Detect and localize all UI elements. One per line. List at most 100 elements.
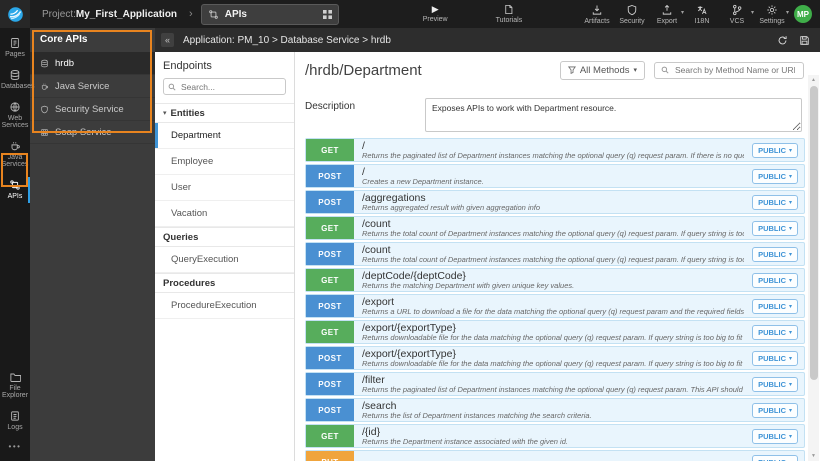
endpoints-search	[163, 78, 286, 95]
access-dropdown[interactable]: PUBLIC ▾	[752, 428, 798, 444]
rail-item[interactable]: APIs	[0, 174, 30, 206]
avatar[interactable]: MP	[794, 5, 812, 23]
api-row[interactable]: POST /filter Returns the paginated list …	[305, 372, 805, 396]
access-dropdown[interactable]: PUBLIC ▾	[752, 324, 798, 340]
document-icon	[503, 4, 514, 15]
play-icon: ▶	[431, 4, 439, 14]
endpoint-item[interactable]: Vacation	[155, 201, 294, 227]
api-description: Returns the total count of Department in…	[362, 255, 745, 264]
method-badge: PUT	[306, 451, 354, 461]
endpoints-search-input[interactable]	[179, 80, 281, 93]
api-row[interactable]: GET /count Returns the total count of De…	[305, 216, 805, 240]
access-dropdown[interactable]: PUBLIC ▾	[752, 220, 798, 236]
api-description: Returns the matching Department with giv…	[362, 281, 575, 290]
access-dropdown[interactable]: PUBLIC ▾	[752, 454, 798, 461]
scroll-up-arrow[interactable]: ▲	[808, 75, 819, 85]
core-api-item[interactable]: hrdb	[30, 52, 155, 75]
api-row[interactable]: POST / Creates a new Department instance…	[305, 164, 805, 188]
topbar-tool-button[interactable]: ▾ Export	[653, 4, 684, 25]
upload-icon	[661, 4, 673, 16]
api-row[interactable]: POST /export/{exportType} Returns downlo…	[305, 346, 805, 370]
tutorials-button[interactable]: Tutorials	[496, 4, 522, 24]
access-dropdown[interactable]: PUBLIC ▾	[752, 142, 798, 158]
refresh-icon[interactable]	[777, 35, 788, 46]
api-row[interactable]: POST /count Returns the total count of D…	[305, 242, 805, 266]
collapse-panel-button[interactable]: «	[161, 33, 174, 47]
search-icon	[168, 83, 176, 91]
access-dropdown[interactable]: PUBLIC ▾	[752, 272, 798, 288]
access-dropdown[interactable]: PUBLIC ▾	[752, 298, 798, 314]
api-list: GET / Returns the paginated list of Depa…	[305, 138, 805, 461]
save-icon[interactable]	[799, 35, 810, 46]
preview-button[interactable]: ▶ Preview	[423, 4, 448, 24]
method-badge: POST	[306, 399, 354, 421]
rail-item[interactable]: Java Services	[0, 135, 30, 174]
api-path: /deptCode/{deptCode}	[362, 270, 466, 282]
topbar-tool-button[interactable]: ▾ Settings	[758, 4, 789, 25]
access-dropdown[interactable]: PUBLIC ▾	[752, 376, 798, 392]
method-search-input[interactable]	[673, 64, 797, 76]
endpoint-section-header[interactable]: ▾ Entities	[155, 103, 294, 123]
rail-item[interactable]: Web Services	[0, 96, 30, 135]
endpoint-item[interactable]: QueryExecution	[155, 247, 294, 273]
branch-icon	[731, 4, 743, 16]
topbar-tool-button[interactable]: Security	[618, 4, 646, 25]
shield-icon	[626, 4, 638, 16]
app-logo[interactable]	[0, 0, 30, 28]
rail-item[interactable]: Logs	[0, 405, 30, 437]
download-icon	[591, 4, 603, 16]
access-dropdown[interactable]: PUBLIC ▾	[752, 194, 798, 210]
api-row[interactable]: PUT PUBLIC ▾	[305, 450, 805, 461]
endpoint-item[interactable]: ProcedureExecution	[155, 293, 294, 319]
filter-funnel-icon	[567, 66, 576, 74]
method-badge: GET	[306, 425, 354, 447]
endpoint-section-header[interactable]: Procedures	[155, 273, 294, 293]
endpoint-item[interactable]: User	[155, 175, 294, 201]
topbar-tool-button[interactable]: ▾ VCS	[723, 4, 754, 25]
api-path: /	[362, 166, 365, 178]
scroll-down-arrow[interactable]: ▼	[808, 451, 819, 461]
api-row[interactable]: POST /search Returns the list of Departm…	[305, 398, 805, 422]
log-icon	[9, 410, 21, 422]
rail-item[interactable]: File Explorer	[0, 366, 30, 405]
rail-item[interactable]: •••	[0, 437, 30, 459]
api-description: Returns aggregated result with given agg…	[362, 203, 541, 212]
api-description: Returns the paginated list of Department…	[362, 385, 745, 394]
scrollbar-thumb[interactable]	[809, 86, 818, 380]
access-dropdown[interactable]: PUBLIC ▾	[752, 168, 798, 184]
api-path: /{id}	[362, 426, 381, 438]
api-row[interactable]: GET / Returns the paginated list of Depa…	[305, 138, 805, 162]
caret-down-icon: ▾	[633, 67, 637, 74]
core-api-item[interactable]: Soap Service	[30, 121, 155, 144]
description-textarea[interactable]: Exposes APIs to work with Department res…	[425, 98, 802, 132]
api-row[interactable]: GET /{id} Returns the Department instanc…	[305, 424, 805, 448]
database-icon	[9, 69, 21, 81]
access-dropdown[interactable]: PUBLIC ▾	[752, 402, 798, 418]
access-dropdown[interactable]: PUBLIC ▾	[752, 350, 798, 366]
rail-item[interactable]: Pages	[0, 32, 30, 64]
rail-item[interactable]: Databases	[0, 64, 34, 96]
endpoint-item[interactable]: Department	[155, 123, 294, 149]
vertical-scrollbar[interactable]: ▲ ▼	[808, 75, 819, 461]
core-api-item[interactable]: Security Service	[30, 98, 155, 121]
api-description: Returns the total count of Department in…	[362, 229, 745, 238]
api-row[interactable]: GET /export/{exportType} Returns downloa…	[305, 320, 805, 344]
core-api-item[interactable]: Java Service	[30, 75, 155, 98]
breadcrumb[interactable]: Application: PM_10 > Database Service > …	[183, 35, 391, 46]
resource-selector[interactable]: APIs	[200, 3, 339, 25]
page-title: /hrdb/Department	[305, 61, 422, 79]
api-row[interactable]: GET /deptCode/{deptCode} Returns the mat…	[305, 268, 805, 292]
api-description: Returns the paginated list of Department…	[362, 151, 745, 160]
caret-down-icon: ▾	[788, 407, 792, 414]
method-badge: GET	[306, 139, 354, 161]
left-rail: Pages Databases Web Services Java Servic…	[0, 28, 34, 461]
endpoint-item[interactable]: Employee	[155, 149, 294, 175]
endpoint-section-header[interactable]: Queries	[155, 227, 294, 247]
api-row[interactable]: POST /export Returns a URL to download a…	[305, 294, 805, 318]
topbar-tool-button[interactable]: I18N	[688, 4, 716, 25]
methods-filter-dropdown[interactable]: All Methods ▾	[559, 60, 645, 80]
api-description: Creates a new Department instance.	[362, 177, 484, 186]
topbar-tool-button[interactable]: Artifacts	[583, 4, 611, 25]
access-dropdown[interactable]: PUBLIC ▾	[752, 246, 798, 262]
api-row[interactable]: POST /aggregations Returns aggregated re…	[305, 190, 805, 214]
